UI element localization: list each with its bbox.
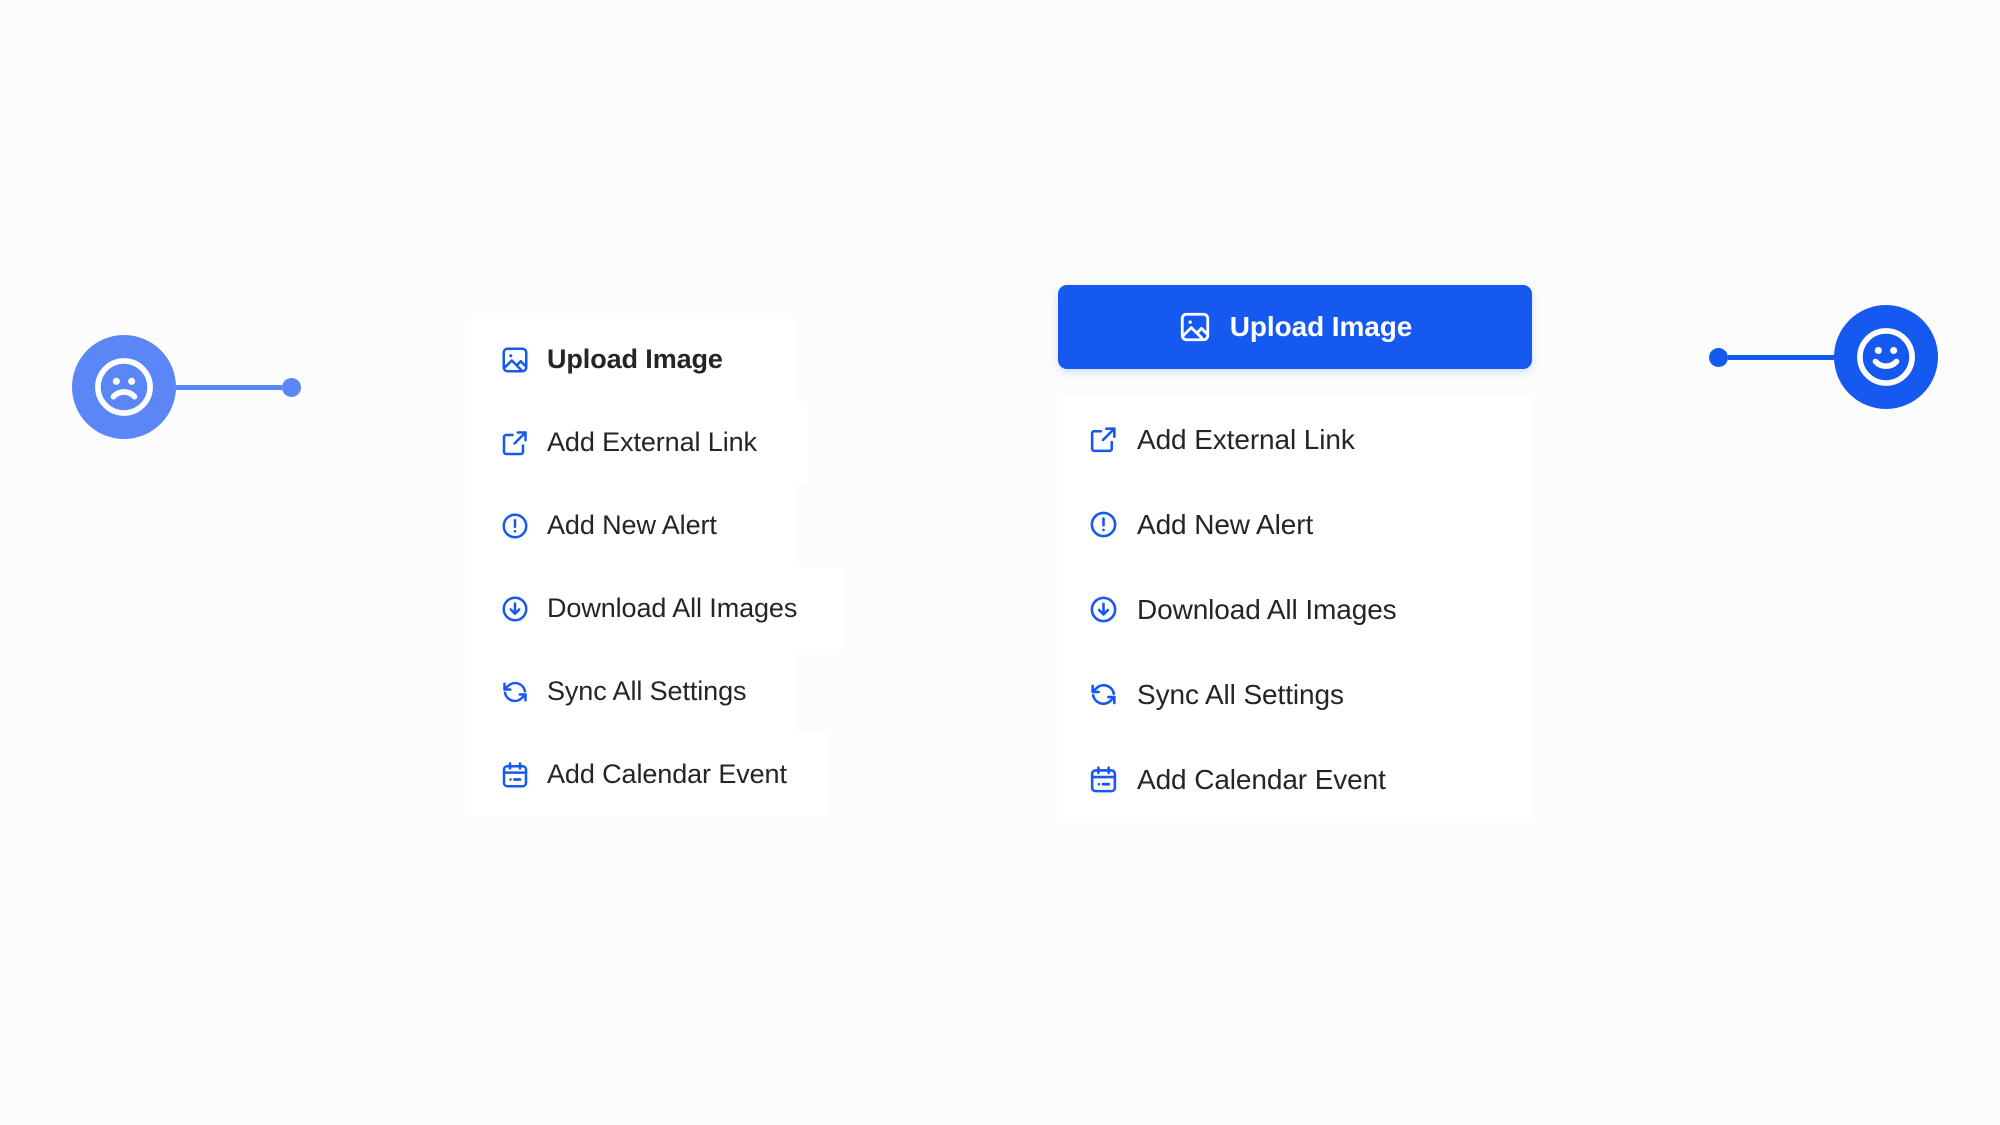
menu-item-label: Add New Alert <box>1137 508 1314 540</box>
upload-image-button[interactable]: Upload Image <box>1058 285 1532 369</box>
menu-item-label: Sync All Settings <box>1137 678 1344 710</box>
menu-item-download-all-images[interactable]: Download All Images <box>470 567 844 650</box>
menu-item-label: Add Calendar Event <box>547 759 787 789</box>
menu-item-add-new-alert[interactable]: Add New Alert <box>470 484 798 567</box>
comparison-stage: Upload Image Add External Link Add New A… <box>0 0 2000 1125</box>
menu-item-label: Upload Image <box>547 344 723 374</box>
menu-item-download-all-images[interactable]: Download All Images <box>1058 567 1532 652</box>
after-connector <box>1709 347 1838 367</box>
menu-item-sync-all-settings[interactable]: Sync All Settings <box>1058 652 1532 737</box>
menu-item-label: Add External Link <box>547 427 757 457</box>
after-marker <box>1709 305 1938 409</box>
before-menu: Upload Image Add External Link Add New A… <box>470 318 844 816</box>
calendar-icon <box>1088 764 1119 795</box>
menu-item-sync-all-settings[interactable]: Sync All Settings <box>470 650 798 733</box>
connector-dot <box>282 377 301 397</box>
happy-face-icon <box>1834 305 1938 409</box>
upload-image-button-label: Upload Image <box>1229 311 1413 342</box>
image-icon <box>1178 310 1212 344</box>
before-connector <box>172 377 301 397</box>
sad-face-icon <box>72 335 176 439</box>
menu-item-add-external-link[interactable]: Add External Link <box>1058 397 1532 482</box>
menu-item-add-external-link[interactable]: Add External Link <box>470 401 808 484</box>
menu-item-label: Add Calendar Event <box>1137 763 1386 795</box>
before-marker <box>72 335 301 439</box>
sync-icon <box>1088 679 1119 710</box>
connector-line <box>1728 354 1838 360</box>
menu-item-add-calendar-event[interactable]: Add Calendar Event <box>1058 737 1532 822</box>
menu-item-upload-image[interactable]: Upload Image <box>470 318 798 401</box>
alert-circle-icon <box>500 511 530 541</box>
alert-circle-icon <box>1088 509 1119 540</box>
menu-item-label: Add External Link <box>1137 423 1355 455</box>
download-circle-icon <box>1088 594 1119 625</box>
connector-dot <box>1709 347 1728 367</box>
image-icon <box>500 345 530 375</box>
menu-item-add-calendar-event[interactable]: Add Calendar Event <box>470 733 828 816</box>
menu-item-label: Add New Alert <box>547 510 717 540</box>
connector-line <box>172 384 282 390</box>
sync-icon <box>500 677 530 707</box>
menu-item-label: Download All Images <box>547 593 798 623</box>
menu-item-add-new-alert[interactable]: Add New Alert <box>1058 482 1532 567</box>
external-link-icon <box>500 428 530 458</box>
menu-item-label: Sync All Settings <box>547 676 747 706</box>
menu-item-label: Download All Images <box>1137 593 1397 625</box>
download-circle-icon <box>500 594 530 624</box>
after-menu: Upload Image Add External Link Add New A… <box>1058 285 1532 822</box>
external-link-icon <box>1088 424 1119 455</box>
calendar-icon <box>500 760 530 790</box>
